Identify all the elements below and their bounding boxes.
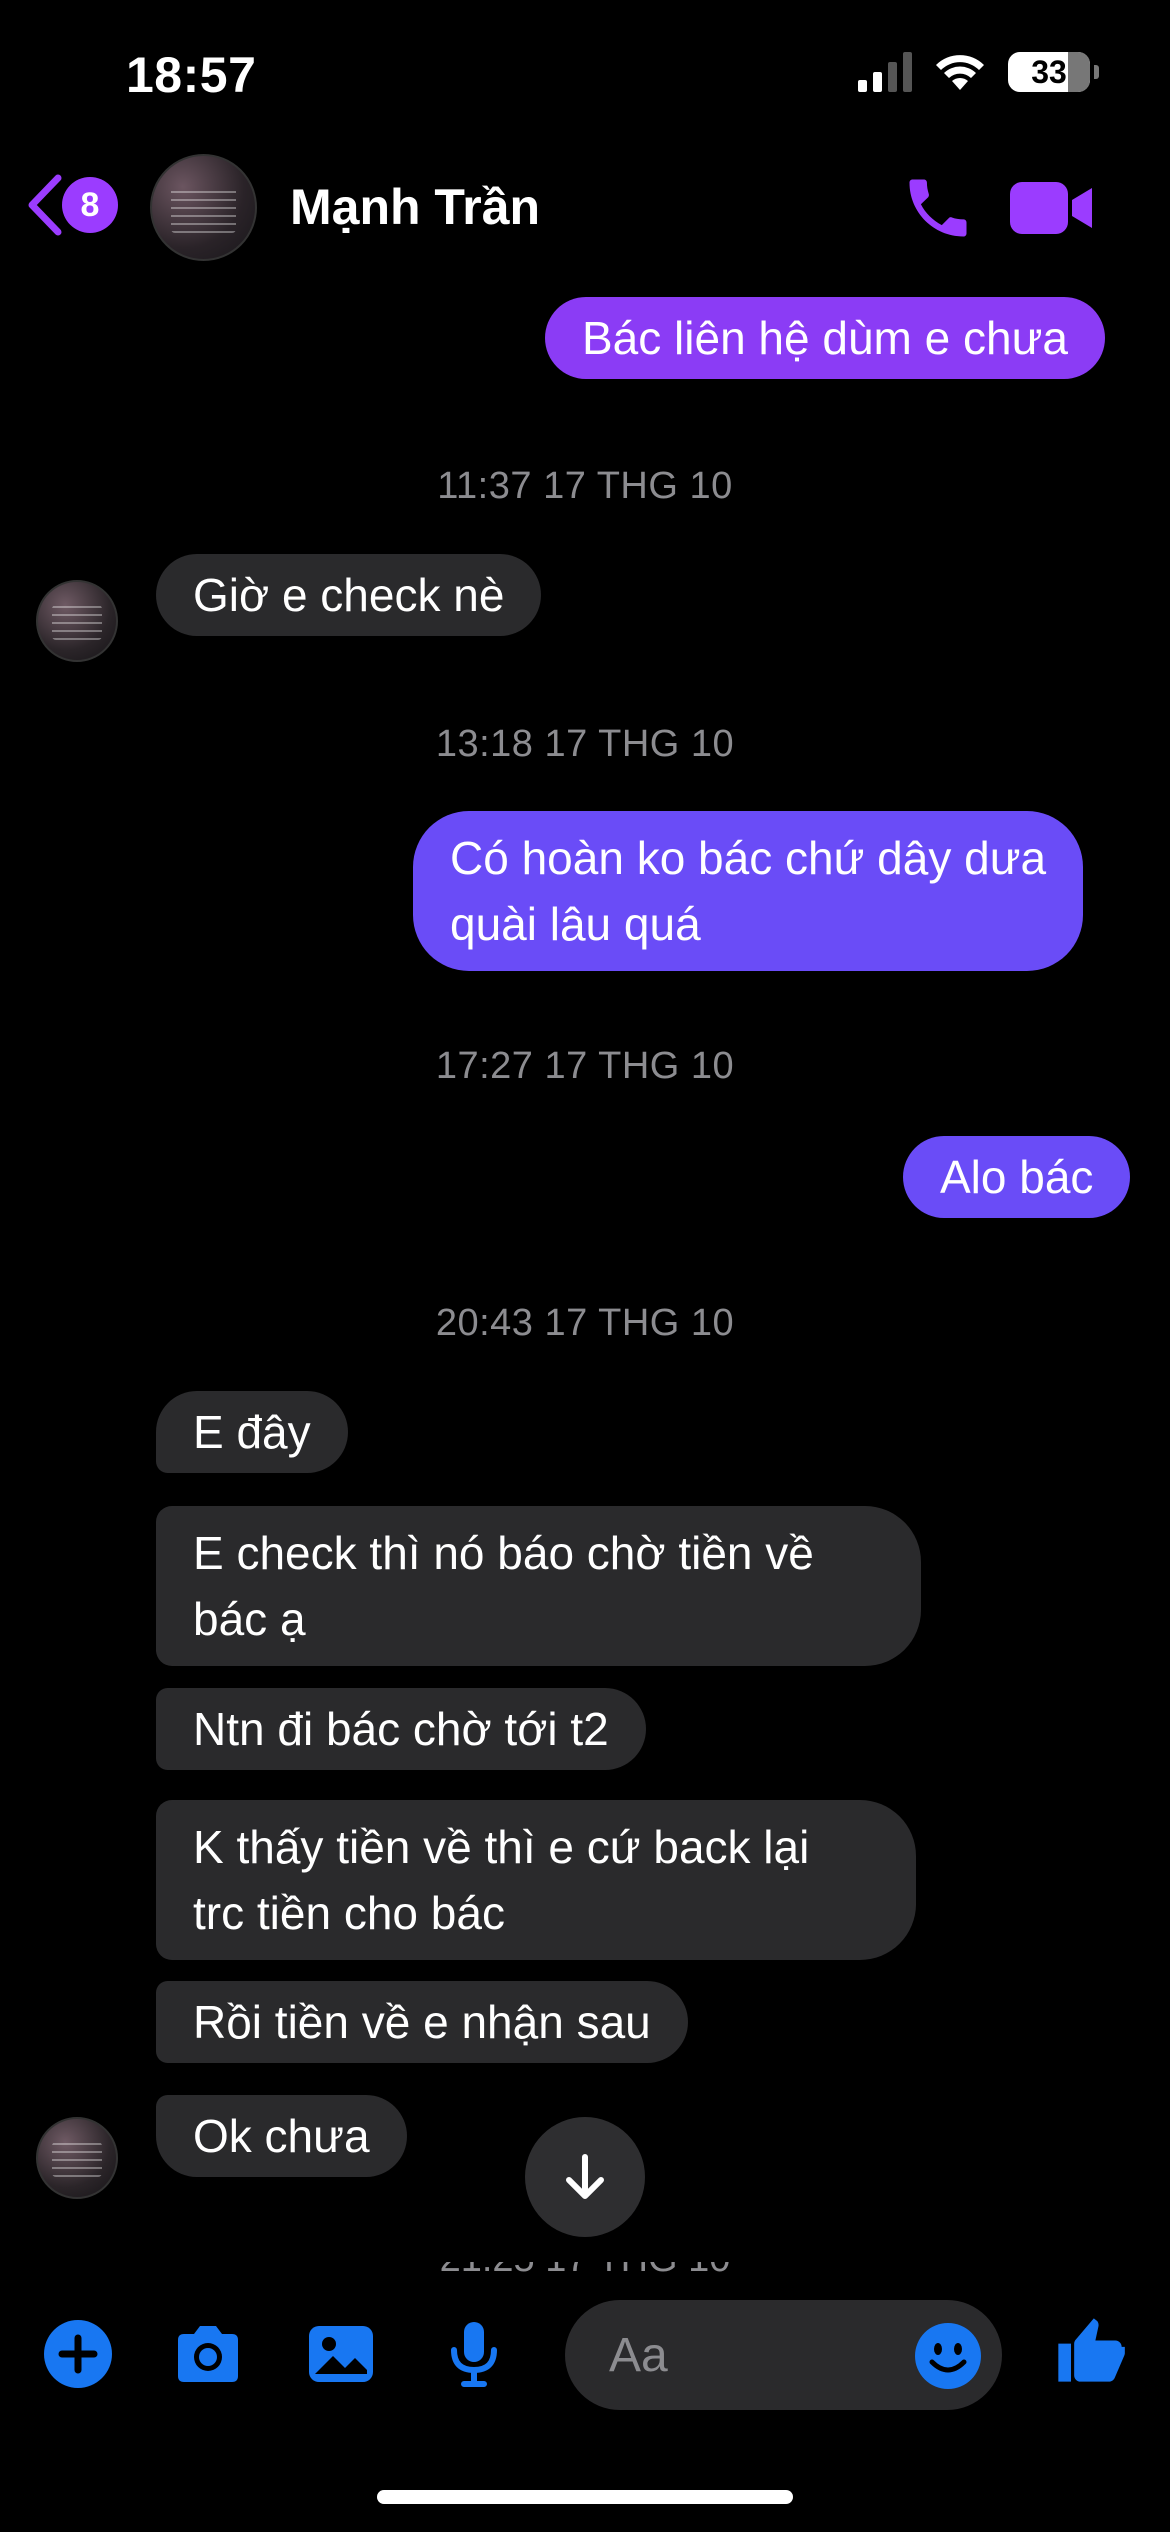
- camera-icon[interactable]: [172, 2318, 244, 2390]
- unread-badge: 8: [62, 177, 118, 233]
- microphone-icon[interactable]: [438, 2318, 510, 2390]
- photo-gallery-icon[interactable]: [305, 2318, 377, 2390]
- message-bubble-incoming[interactable]: Giờ e check nè: [156, 554, 542, 636]
- chat-header: 8 Mạnh Trần: [0, 150, 1170, 265]
- timestamp-partial: 21:25 17 THG 10: [0, 2262, 1170, 2276]
- message-bubble-incoming[interactable]: Rồi tiền về e nhận sau: [156, 1981, 688, 2063]
- message-bubble-outgoing[interactable]: Có hoàn ko bác chứ dây dưa quài lâu quá: [413, 811, 1084, 971]
- contact-name[interactable]: Mạnh Trần: [290, 178, 540, 236]
- message-input-container[interactable]: [565, 2300, 1002, 2410]
- message-bubble-incoming[interactable]: E đây: [156, 1391, 348, 1473]
- home-indicator: [377, 2490, 793, 2504]
- message-bubble-incoming[interactable]: K thấy tiền về thì e cứ back lại trc tiề…: [156, 1800, 916, 1960]
- thumbs-up-icon[interactable]: [1052, 2312, 1128, 2388]
- timestamp: 20:43 17 THG 10: [435, 1302, 735, 1344]
- timestamp: 17:27 17 THG 10: [435, 1045, 735, 1087]
- back-button[interactable]: 8: [24, 174, 118, 236]
- message-input[interactable]: [609, 2320, 909, 2390]
- status-time: 18:57: [126, 47, 257, 103]
- status-icons: 33: [858, 52, 1099, 92]
- battery-level: 33: [1031, 53, 1067, 90]
- timestamp: 13:18 17 THG 10: [435, 723, 735, 765]
- cellular-signal-icon: [858, 52, 912, 92]
- avatar[interactable]: [36, 2117, 118, 2199]
- plus-icon[interactable]: [42, 2318, 114, 2390]
- phone-call-icon[interactable]: [900, 170, 976, 246]
- arrow-down-icon: [566, 2154, 604, 2199]
- contact-avatar[interactable]: [150, 154, 257, 261]
- message-bubble-incoming[interactable]: E check thì nó báo chờ tiền về bác ạ: [156, 1506, 921, 1666]
- timestamp: 11:37 17 THG 10: [437, 465, 733, 507]
- video-call-icon[interactable]: [1010, 178, 1094, 238]
- avatar[interactable]: [36, 580, 118, 662]
- message-bubble-outgoing[interactable]: Bác liên hệ dùm e chưa: [545, 297, 1105, 379]
- chevron-left-icon: [28, 174, 62, 236]
- message-bubble-outgoing[interactable]: Alo bác: [903, 1136, 1131, 1218]
- scroll-to-bottom-button[interactable]: [525, 2117, 645, 2237]
- message-bubble-incoming[interactable]: Ok chưa: [156, 2095, 407, 2177]
- composer-bar: [0, 2290, 1170, 2410]
- battery-icon: 33: [1008, 52, 1099, 92]
- message-bubble-incoming[interactable]: Ntn đi bác chờ tới t2: [156, 1688, 646, 1770]
- emoji-icon[interactable]: [914, 2322, 982, 2390]
- wifi-icon: [936, 55, 984, 90]
